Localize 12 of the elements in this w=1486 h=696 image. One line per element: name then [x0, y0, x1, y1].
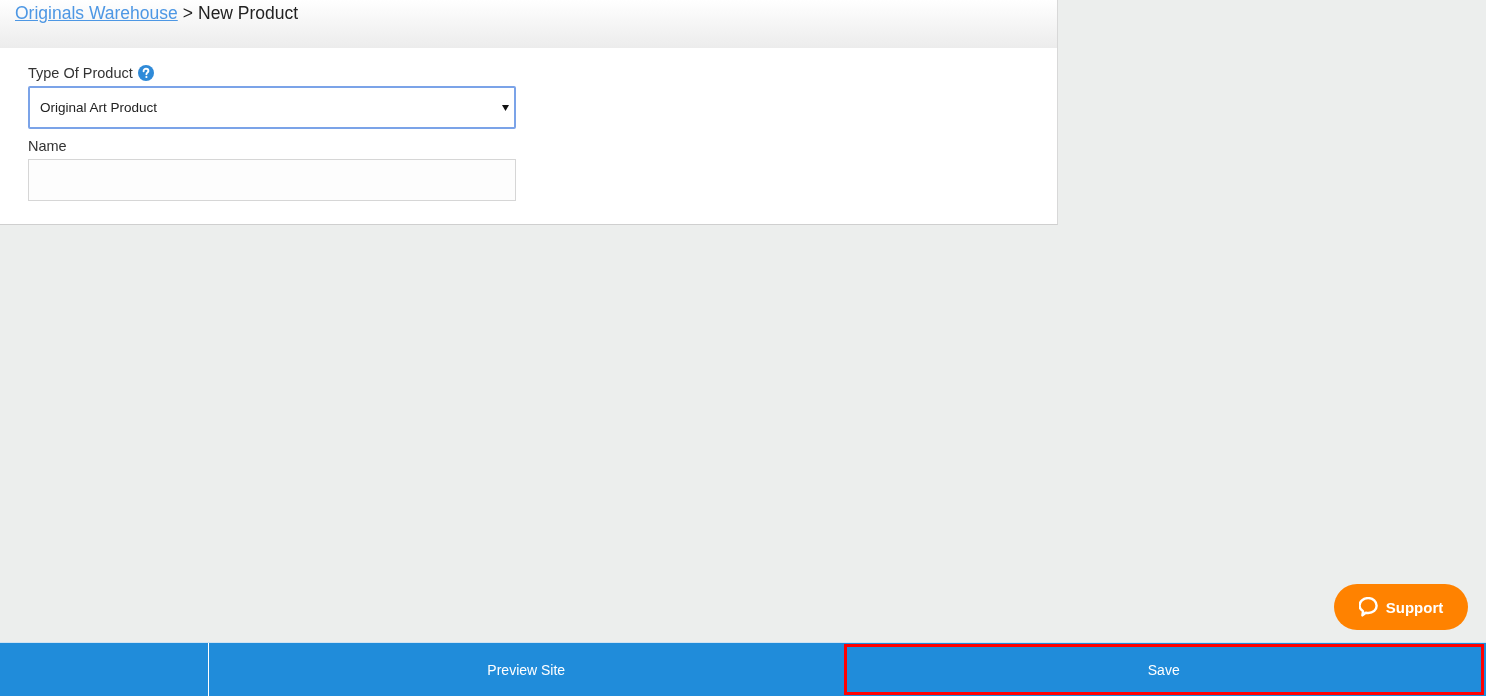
support-button[interactable]: Support	[1334, 584, 1468, 630]
field-label: Name	[28, 138, 67, 154]
breadcrumb-current: New Product	[198, 2, 299, 24]
name-input[interactable]	[28, 159, 516, 201]
breadcrumb-link[interactable]: Originals Warehouse	[15, 2, 178, 24]
chat-bubble-icon	[1358, 597, 1378, 617]
breadcrumb-separator: >	[182, 2, 193, 24]
product-type-select[interactable]: Original Art Product	[28, 86, 516, 129]
help-icon[interactable]	[137, 65, 154, 81]
caret-icon	[502, 104, 509, 111]
footer-button[interactable]: Save	[843, 644, 1484, 695]
field-label: Type Of Product	[28, 65, 133, 81]
